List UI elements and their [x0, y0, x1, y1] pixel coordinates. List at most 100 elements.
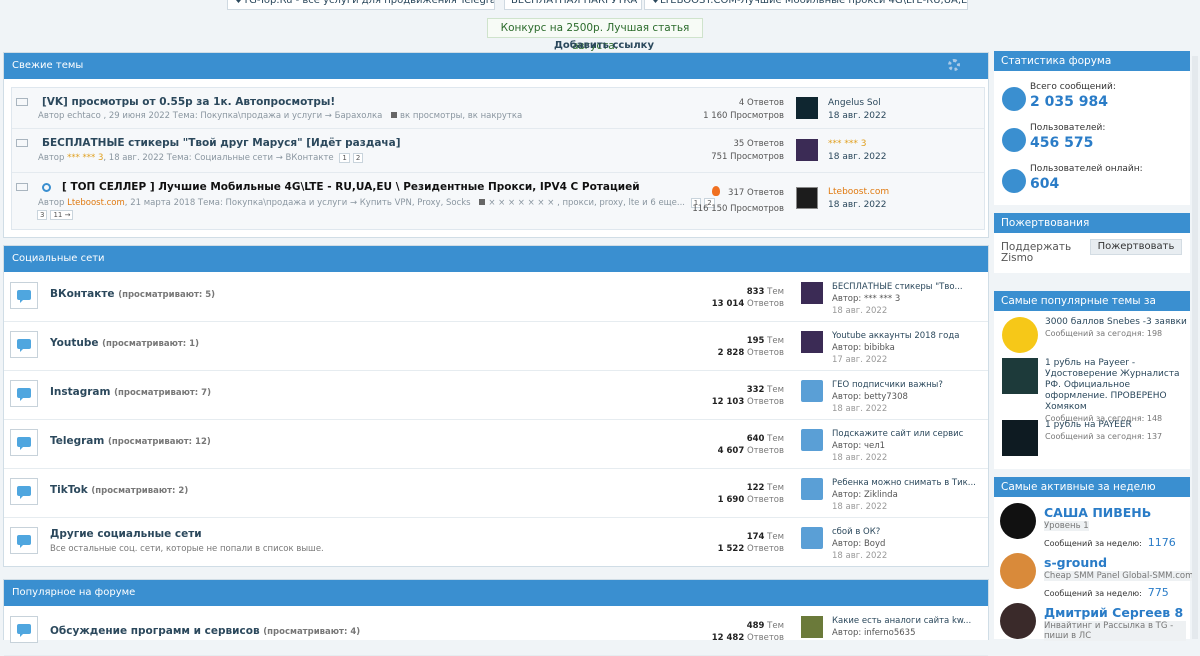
node-last-post[interactable]: Ребенка можно снимать в Тик... Автор: Zik…: [832, 477, 976, 513]
node-list: ВКонтакте (просматривают: 5) 833 Тем 13 0…: [4, 272, 988, 566]
active-user-item[interactable]: САША ПИВЕНЬ Уровень 1 Сообщений за недел…: [1000, 503, 1186, 551]
thread-title[interactable]: [VK] просмотры от 0.55р за 1к. Автопросм…: [42, 96, 335, 108]
users-icon: [1002, 128, 1026, 152]
node-instagram[interactable]: Instagram (просматривают: 7) 332 Тем 12 1…: [4, 370, 988, 420]
social-networks-header: Социальные сети: [4, 246, 988, 272]
thread-meta: Автор Lteboost.com, 21 марта 2018 Тема: …: [38, 198, 715, 208]
tag-icon: [391, 112, 397, 118]
tag-icon: [479, 199, 486, 205]
avatar-placeholder-icon[interactable]: [801, 380, 823, 402]
node-title[interactable]: ВКонтакте (просматривают: 5): [50, 288, 215, 300]
node-last-post[interactable]: БЕСПЛАТНЫЕ стикеры "Тво... Автор: *** ***…: [832, 281, 963, 317]
avatar[interactable]: [796, 139, 818, 161]
popular-topic-title[interactable]: 1 рубль на PAYEER Сообщений за сегодня: 1…: [1045, 420, 1190, 442]
popular-topic-title[interactable]: 3000 баллов Snebes -3 заявки Сообщений за…: [1045, 317, 1190, 339]
envelope-icon: [16, 139, 28, 147]
avatar[interactable]: [801, 331, 823, 353]
gear-icon[interactable]: [948, 59, 960, 71]
node-title[interactable]: Instagram (просматривают: 7): [50, 386, 211, 398]
ad-link-lteboost[interactable]: ♥LTEBOOST.COM-Лучшие Мобильные прокси 4G…: [644, 0, 968, 10]
social-networks-title: Социальные сети: [12, 253, 105, 264]
forum-stats-block: Статистика форума Всего сообщений: 2 035…: [994, 51, 1190, 205]
messages-icon: [1002, 87, 1026, 111]
node-youtube[interactable]: Youtube (просматривают: 1) 195 Тем 2 828 …: [4, 321, 988, 371]
ad-link-tg-top[interactable]: ♥TG-Top.Ru - все услуги для продвижения …: [227, 0, 495, 10]
avatar[interactable]: [1000, 503, 1036, 539]
node-last-post[interactable]: Подскажите сайт или сервис Автор: чел1 18 …: [832, 428, 963, 464]
fresh-threads-panel: Свежие темы [VK] просмотры от 0.55р за 1…: [3, 52, 989, 238]
ad-link-free-boost[interactable]: БЕСПЛАТНАЯ НАКРУТКА: [504, 0, 642, 10]
avatar[interactable]: [801, 616, 823, 638]
node-stats: 833 Тем 13 014 Ответов: [711, 287, 784, 309]
page-link[interactable]: 2: [352, 153, 364, 163]
node-telegram[interactable]: Telegram (просматривают: 12) 640 Тем 4 60…: [4, 419, 988, 469]
active-user-item[interactable]: s-ground Cheap SMM Panel Global-SMM.com …: [1000, 553, 1194, 601]
popular-topic-title[interactable]: 1 рубль на Payeer - Удостоверение Журнал…: [1045, 358, 1190, 424]
envelope-icon: [16, 183, 28, 191]
avatar: [1002, 420, 1038, 456]
popular-forum-panel: Популярное на форуме Обсуждение программ…: [3, 579, 989, 656]
node-vkontakte[interactable]: ВКонтакте (просматривают: 5) 833 Тем 13 0…: [4, 272, 988, 322]
thread-row[interactable]: БЕСПЛАТНЫЕ стикеры "Твой друг Маруся" [И…: [12, 129, 984, 173]
chat-bubble-icon: [10, 331, 38, 358]
thread-meta: Автор *** *** 3, 18 авг. 2022 Тема: Соци…: [38, 153, 364, 163]
sunglasses-emoji-icon: [1002, 317, 1038, 353]
chat-bubble-icon: [10, 282, 38, 309]
thread-stats: 4 Ответов 1 160 Просмотров: [703, 98, 784, 121]
avatar[interactable]: [1000, 553, 1036, 589]
thread-last-post[interactable]: *** *** 3 18 авг. 2022: [828, 138, 887, 164]
thread-stats: 317 Ответов 116 150 Просмотров: [692, 188, 784, 214]
social-networks-panel: Социальные сети ВКонтакте (просматривают…: [3, 245, 989, 567]
popular-forum-header: Популярное на форуме: [4, 580, 988, 606]
thread-pages: 3 11 →: [34, 210, 74, 220]
node-title[interactable]: TikTok (просматривают: 2): [50, 484, 188, 496]
attachment-icon: [42, 183, 51, 192]
page-link[interactable]: 1: [339, 153, 350, 163]
donate-block: Пожертвования Поддержать Zismo Пожертвов…: [994, 213, 1190, 273]
avatar-placeholder-icon[interactable]: [801, 478, 823, 500]
thread-last-post[interactable]: Lteboost.com 18 авг. 2022: [828, 186, 889, 212]
node-tiktok[interactable]: TikTok (просматривают: 2) 122 Тем 1 690 О…: [4, 468, 988, 518]
thread-row[interactable]: [ ТОП СЕЛЛЕР ] Лучшие Мобильные 4G\LTE -…: [12, 173, 984, 229]
node-title[interactable]: Telegram (просматривают: 12): [50, 435, 211, 447]
contest-banner[interactable]: Конкурс на 2500р. Лучшая статья августа.: [487, 18, 703, 52]
avatar-placeholder-icon[interactable]: [801, 429, 823, 451]
thread-title[interactable]: БЕСПЛАТНЫЕ стикеры "Твой друг Маруся" [И…: [42, 137, 401, 149]
node-last-post[interactable]: сбой в ОК? Автор: Boyd 18 авг. 2022: [832, 526, 887, 562]
avatar[interactable]: [801, 282, 823, 304]
popular-today-title: Самые популярные темы за сегодня: [994, 291, 1190, 327]
avatar[interactable]: [1000, 603, 1036, 639]
node-title[interactable]: Youtube (просматривают: 1): [50, 337, 199, 349]
node-title[interactable]: Другие социальные сети: [50, 528, 202, 540]
fresh-threads-header: Свежие темы: [4, 53, 988, 79]
add-link-button[interactable]: Добавить ссылку: [554, 40, 654, 51]
page-link[interactable]: 3: [37, 210, 48, 220]
popular-forum-title: Популярное на форуме: [12, 587, 136, 598]
node-last-post[interactable]: ГЕО подписчики важны? Автор: betty7308 18 …: [832, 379, 943, 415]
donate-button[interactable]: Пожертвовать: [1090, 239, 1182, 255]
popular-today-block: Самые популярные темы за сегодня 3000 ба…: [994, 291, 1190, 469]
envelope-icon: [16, 98, 28, 106]
active-user-item[interactable]: Дмитрий Сергеев 8 Инвайтинг и Рассылка в…: [1000, 603, 1186, 651]
chat-bubble-icon: [10, 380, 38, 407]
node-programs[interactable]: Обсуждение программ и сервисов (просматр…: [4, 606, 988, 656]
scrollbar[interactable]: [1192, 56, 1198, 639]
donate-text: Поддержать Zismo: [1001, 241, 1072, 264]
avatar: [1002, 358, 1038, 394]
forum-stats-title: Статистика форума: [994, 51, 1190, 71]
thread-last-post[interactable]: Angelus Sol 18 авг. 2022: [828, 97, 887, 123]
thread-row[interactable]: [VK] просмотры от 0.55р за 1к. Автопросм…: [12, 88, 984, 129]
avatar[interactable]: [796, 187, 818, 209]
avatar[interactable]: [796, 97, 818, 119]
node-last-post[interactable]: Youtube аккаунты 2018 года Автор: bibibka…: [832, 330, 959, 366]
node-title[interactable]: Обсуждение программ и сервисов (просматр…: [50, 625, 360, 637]
node-stats: 122 Тем 1 690 Ответов: [717, 483, 784, 505]
node-last-post[interactable]: Какие есть аналоги сайта kw... Автор: inf…: [832, 615, 971, 639]
chat-bubble-icon: [10, 527, 38, 554]
avatar-placeholder-icon[interactable]: [801, 527, 823, 549]
node-other-social[interactable]: Другие социальные сети Все остальные соц…: [4, 517, 988, 566]
thread-title[interactable]: [ ТОП СЕЛЛЕР ] Лучшие Мобильные 4G\LTE -…: [62, 181, 640, 193]
active-week-title: Самые активные за неделю: [994, 477, 1190, 497]
node-stats: 489 Тем 12 482 Ответов: [711, 621, 784, 643]
page-link[interactable]: 11 →: [50, 210, 74, 220]
